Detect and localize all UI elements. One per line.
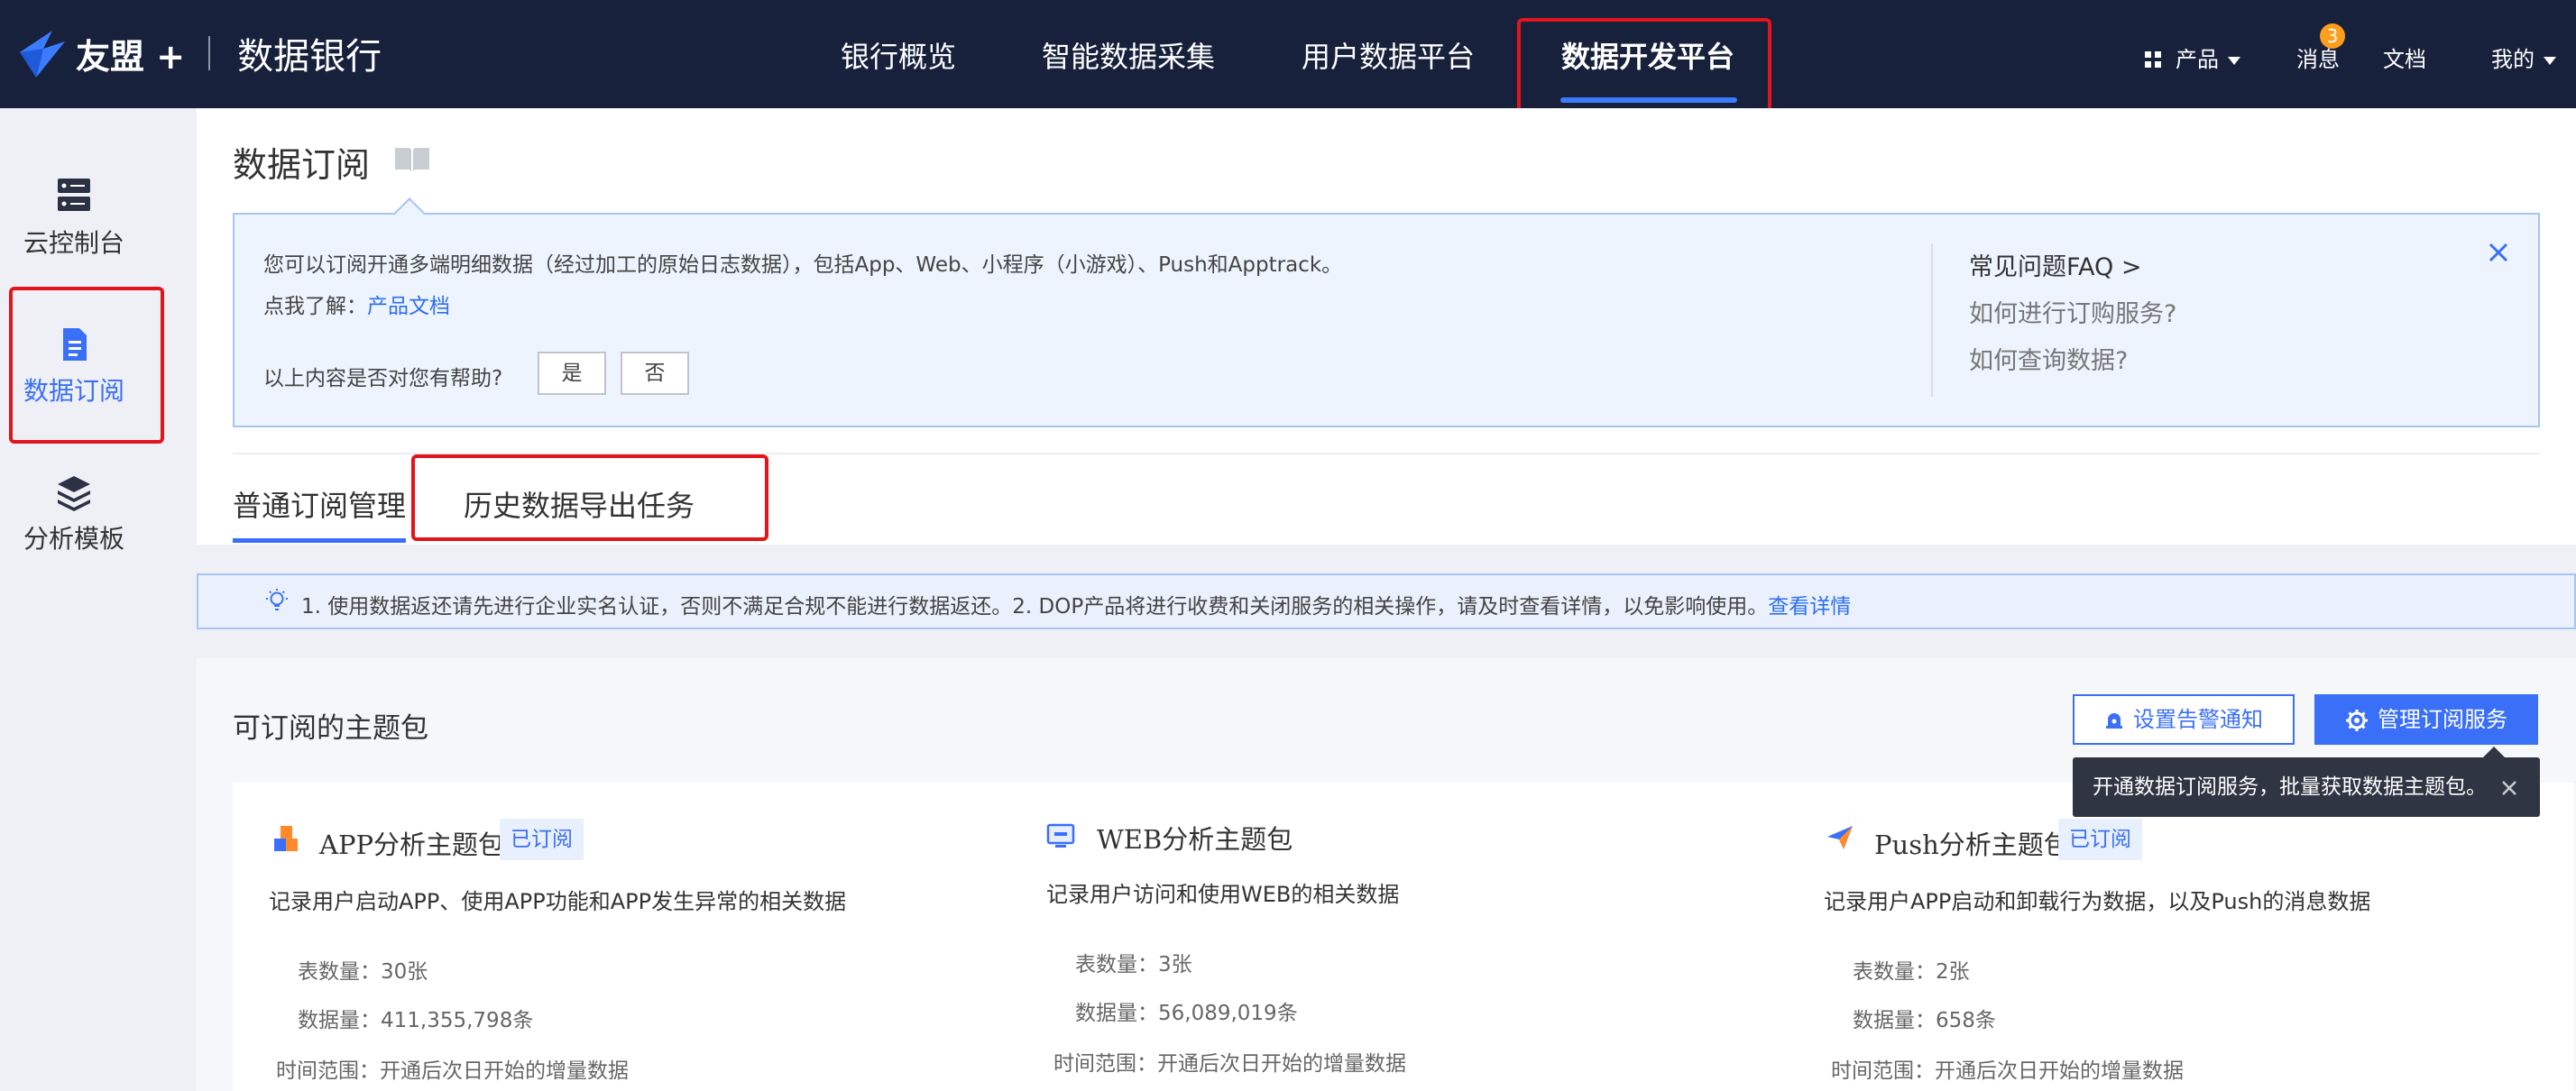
manage-subscription-label: 管理订阅服务 <box>2378 707 2507 732</box>
set-alert-button[interactable]: 设置告警通知 <box>2073 694 2295 745</box>
tab-history-export[interactable]: 历史数据导出任务 <box>464 483 695 525</box>
close-icon[interactable] <box>2500 779 2518 797</box>
learn-more-prefix: 点我了解： <box>263 295 367 318</box>
table-count: 表数量：2张 <box>1853 960 1970 984</box>
layers-icon <box>58 476 90 511</box>
faq-link-how-to-query[interactable]: 如何查询数据? <box>1969 341 2128 376</box>
sidebar-item-label: 分析模板 <box>23 524 124 554</box>
book-icon[interactable] <box>393 144 431 173</box>
chevron-down-icon <box>2544 56 2556 65</box>
brand-logo[interactable]: 友盟 + 数据银行 <box>16 25 382 81</box>
sidebar-item-label: 数据订阅 <box>23 376 124 406</box>
docs-link[interactable]: 文档 <box>2383 41 2426 73</box>
products-label: 产品 <box>2176 47 2219 72</box>
learn-more-line: 点我了解：产品文档 <box>263 289 450 319</box>
my-account-menu[interactable]: 我的 <box>2491 41 2556 73</box>
notice-text: 1. 使用数据返还请先进行企业实名认证，否则不满足合规不能进行数据返还。2. D… <box>301 589 1851 619</box>
alarm-icon <box>2106 713 2122 729</box>
helpful-yes-button[interactable]: 是 <box>538 352 606 395</box>
subscription-tooltip: 开通数据订阅服务，批量获取数据主题包。 <box>2073 757 2540 817</box>
chevron-down-icon <box>2228 56 2240 65</box>
brand-divider <box>208 36 211 70</box>
row-count: 数据量：56,089,019条 <box>1075 1002 1298 1025</box>
package-name: APP分析主题包 <box>319 830 504 860</box>
document-icon <box>63 328 87 361</box>
set-alert-label: 设置告警通知 <box>2133 707 2263 732</box>
notice-details-link[interactable]: 查看详情 <box>1768 595 1851 619</box>
message-count-badge: 3 <box>2320 23 2345 49</box>
sidebar-item-label: 云控制台 <box>23 228 124 258</box>
paper-plane-icon <box>1827 826 1853 849</box>
package-description: 记录用户访问和使用WEB的相关数据 <box>1046 882 1400 907</box>
package-description: 记录用户启动APP、使用APP功能和APP发生异常的相关数据 <box>269 889 847 914</box>
monitor-icon <box>1046 823 1075 848</box>
tab-normal-subscription[interactable]: 普通订阅管理 <box>233 483 406 525</box>
faq-link-how-to-subscribe[interactable]: 如何进行订购服务? <box>1969 294 2176 329</box>
tabs-divider <box>233 453 2540 454</box>
subscribed-tag: 已订阅 <box>2058 819 2142 860</box>
brand-name: 友盟 + <box>76 36 186 77</box>
row-count: 数据量：658条 <box>1853 1009 1996 1032</box>
time-range: 时间范围：开通后次日开始的增量数据 <box>1053 1052 1406 1076</box>
packages-title: 可订阅的主题包 <box>233 712 428 745</box>
sidebar-item-analysis-templates[interactable]: 分析模板 <box>0 472 148 555</box>
time-range: 时间范围：开通后次日开始的增量数据 <box>276 1059 629 1083</box>
table-count: 表数量：30张 <box>298 960 428 984</box>
products-menu[interactable]: 产品 <box>2145 41 2240 73</box>
manage-subscription-button[interactable]: 管理订阅服务 <box>2314 694 2538 745</box>
package-name: Push分析主题包 <box>1874 830 2070 860</box>
table-count: 表数量：3张 <box>1075 953 1192 976</box>
helpful-no-button[interactable]: 否 <box>621 352 689 395</box>
package-description: 记录用户APP启动和卸载行为数据，以及Push的消息数据 <box>1824 889 2371 914</box>
package-name: WEB分析主题包 <box>1097 824 1293 855</box>
time-range: 时间范围：开通后次日开始的增量数据 <box>1831 1059 2184 1083</box>
product-name: 数据银行 <box>237 36 382 78</box>
gear-icon <box>2346 710 2368 731</box>
helpful-question: 以上内容是否对您有帮助? <box>263 367 503 390</box>
tooltip-text: 开通数据订阅服务，批量获取数据主题包。 <box>2093 775 2487 799</box>
sidebar-item-cloud-console[interactable]: 云控制台 <box>0 177 148 260</box>
nav-bank-overview[interactable]: 银行概览 <box>841 34 956 76</box>
grid-icon <box>2145 51 2161 68</box>
sidebar-item-data-subscription[interactable]: 数据订阅 <box>0 325 148 408</box>
my-account-label: 我的 <box>2491 47 2535 72</box>
server-icon <box>58 179 90 211</box>
active-tab-indicator <box>233 538 406 543</box>
nav-data-collection[interactable]: 智能数据采集 <box>1042 34 1215 76</box>
intro-text: 您可以订阅开通多端明细数据（经过加工的原始日志数据），包括App、Web、小程序… <box>263 253 1343 277</box>
notice-message: 1. 使用数据返还请先进行企业实名认证，否则不满足合规不能进行数据返还。2. D… <box>301 595 1769 619</box>
active-nav-indicator <box>1560 97 1737 103</box>
product-docs-link[interactable]: 产品文档 <box>367 295 450 318</box>
row-count: 数据量：411,355,798条 <box>298 1009 534 1032</box>
intro-info-box <box>233 213 2540 427</box>
page-title: 数据订阅 <box>233 145 371 185</box>
app-package-icon <box>274 826 298 851</box>
subscribed-tag: 已订阅 <box>500 819 584 860</box>
bird-logo-icon <box>20 31 65 78</box>
close-icon[interactable] <box>2486 240 2511 265</box>
faq-title-link[interactable]: 常见问题FAQ > <box>1969 247 2142 282</box>
nav-data-dev-platform[interactable]: 数据开发平台 <box>1561 34 1734 76</box>
nav-user-data-platform[interactable]: 用户数据平台 <box>1302 34 1475 76</box>
faq-divider <box>1931 243 1933 397</box>
lightbulb-icon <box>266 589 288 610</box>
